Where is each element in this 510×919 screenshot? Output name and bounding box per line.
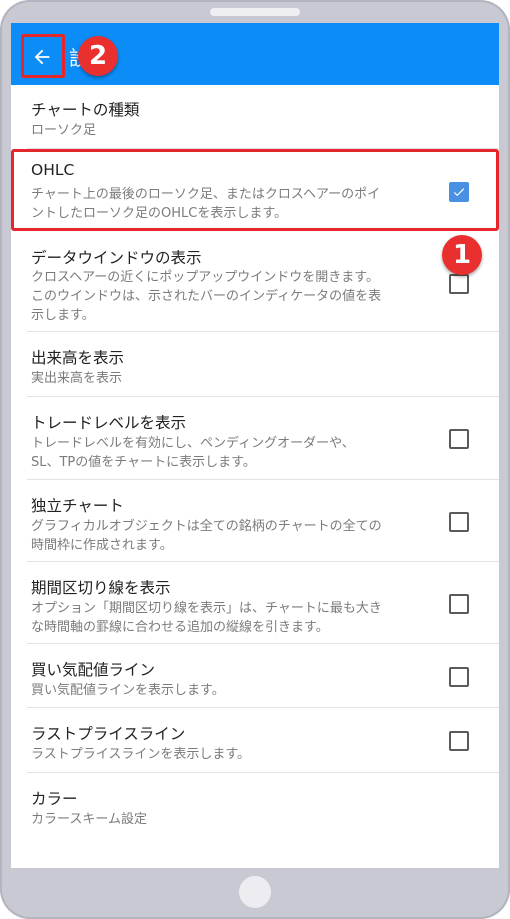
setting-description: オプション「期間区切り線を表示」は、チャートに最も大き [31,601,382,616]
last-price-line-checkbox[interactable] [449,731,469,751]
setting-bid-line[interactable]: 買い気配値ライン 買い気配値ラインを表示します。 [11,644,499,708]
ohlc-highlight [11,149,499,231]
setting-description: 示します。 [31,308,95,323]
app-screen: 設定 チャートの種類 ローソク足 OHLC チャート上の最後のローソク足、または… [11,23,499,868]
setting-description: このウインドウは、示されたバーのインディケータの値を表 [31,289,382,304]
back-button-highlight [21,34,65,78]
setting-description: クロスヘアーの近くにポップアップウインドウを開きます。 [31,270,380,285]
setting-title: 出来高を表示 [31,349,125,367]
home-button[interactable] [239,876,271,908]
setting-title: ラストプライスライン [31,725,186,743]
setting-description: 実出来高を表示 [31,371,123,386]
setting-description: ラストプライスラインを表示します。 [31,747,251,762]
setting-description: 時間枠に作成されます。 [31,538,173,553]
data-window-checkbox[interactable] [449,274,469,294]
setting-period-separators[interactable]: 期間区切り線を表示 オプション「期間区切り線を表示」は、チャートに最も大き な時… [11,562,499,644]
setting-title: トレードレベルを表示 [31,414,187,432]
setting-title: 独立チャート [31,497,124,515]
setting-data-window[interactable]: データウインドウの表示 クロスヘアーの近くにポップアップウインドウを開きます。 … [11,231,499,332]
setting-volume[interactable]: 出来高を表示 実出来高を表示 [11,332,499,397]
setting-description: グラフィカルオブジェクトは全ての銘柄のチャートの全ての [31,519,382,534]
bid-line-checkbox[interactable] [449,667,469,687]
setting-chart-type[interactable]: チャートの種類 ローソク足 [11,85,499,149]
setting-description: トレードレベルを有効にし、ペンディングオーダーや、 [31,436,355,451]
step-badge-1: 1 [442,235,482,275]
setting-description: ローソク足 [31,123,97,138]
setting-last-price-line[interactable]: ラストプライスライン ラストプライスラインを表示します。 [11,708,499,773]
step-badge-2: 2 [78,36,118,76]
phone-frame: 設定 チャートの種類 ローソク足 OHLC チャート上の最後のローソク足、または… [0,0,510,919]
setting-independent-chart[interactable]: 独立チャート グラフィカルオブジェクトは全ての銘柄のチャートの全ての 時間枠に作… [11,480,499,562]
independent-chart-checkbox[interactable] [449,512,469,532]
period-separators-checkbox[interactable] [449,594,469,614]
setting-colors[interactable]: カラー カラースキーム設定 [11,773,499,837]
setting-title: チャートの種類 [31,101,140,119]
setting-title: カラー [31,790,78,808]
setting-description: カラースキーム設定 [31,812,147,827]
phone-speaker [210,8,300,16]
setting-description: な時間軸の罫線に合わせる追加の縦線を引きます。 [31,620,329,635]
setting-trade-levels[interactable]: トレードレベルを表示 トレードレベルを有効にし、ペンディングオーダーや、 SL、… [11,397,499,480]
setting-title: データウインドウの表示 [31,249,202,267]
trade-levels-checkbox[interactable] [449,429,469,449]
setting-title: 期間区切り線を表示 [31,579,171,597]
setting-description: 買い気配値ラインを表示します。 [31,683,225,698]
setting-title: 買い気配値ライン [31,661,156,679]
setting-description: SL、TPの値をチャートに表示します。 [31,455,256,470]
